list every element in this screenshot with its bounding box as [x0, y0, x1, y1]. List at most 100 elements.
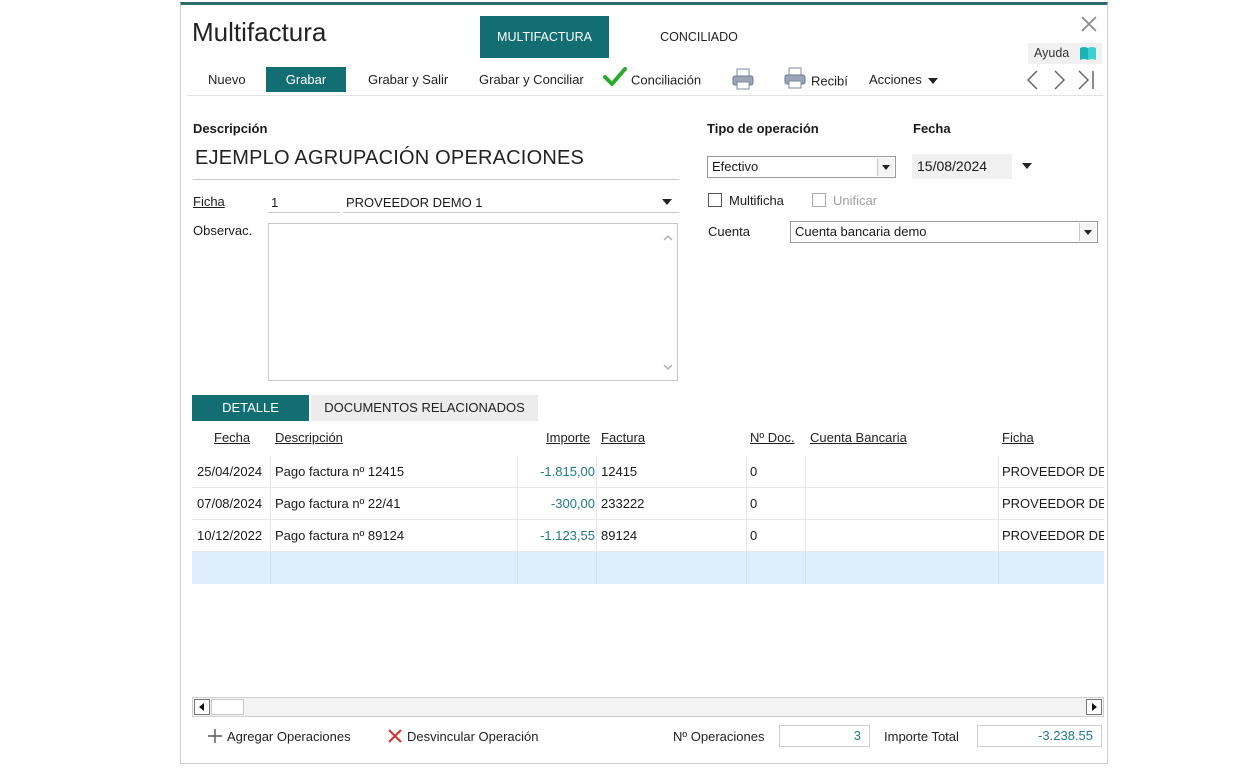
ficha-dropdown-icon[interactable]: [662, 199, 672, 205]
print-button[interactable]: [731, 68, 755, 93]
column-header-ndoc[interactable]: Nº Doc.: [750, 430, 794, 445]
printer-icon: [783, 67, 807, 97]
ficha-select[interactable]: PROVEEDOR DEMO 1: [346, 195, 483, 210]
unificar-checkbox: [812, 193, 826, 207]
horizontal-scrollbar[interactable]: [192, 697, 1104, 717]
agregar-operaciones-button[interactable]: Agregar Operaciones: [207, 728, 351, 747]
table-row[interactable]: 25/04/2024 Pago factura nº 12415 -1.815,…: [192, 456, 1104, 488]
fecha-label: Fecha: [913, 121, 951, 136]
recibi-label: Recibí: [811, 73, 848, 89]
acciones-menu[interactable]: Acciones: [869, 67, 939, 92]
nuevo-button[interactable]: Nuevo: [208, 67, 246, 92]
previous-icon[interactable]: [1024, 69, 1042, 94]
multificha-checkbox[interactable]: [708, 193, 722, 207]
printer-icon: [731, 68, 755, 93]
tab-detalle[interactable]: DETALLE: [192, 395, 309, 421]
scrollbar-thumb[interactable]: [211, 699, 244, 715]
dropdown-arrow-icon[interactable]: [1079, 223, 1096, 241]
acciones-label: Acciones: [869, 72, 922, 87]
cell-factura: 89124: [601, 528, 638, 543]
fecha-input[interactable]: 15/08/2024: [912, 154, 1012, 179]
check-icon: [603, 67, 627, 95]
grabar-button[interactable]: Grabar: [266, 67, 346, 92]
importe-total-value: -3.238.55: [977, 725, 1102, 747]
cell-fecha: 25/04/2024: [197, 464, 263, 479]
cuenta-label: Cuenta: [708, 224, 750, 239]
cell-importe: -1.123,55: [540, 528, 595, 543]
cuenta-select[interactable]: Cuenta bancaria demo: [790, 221, 1098, 243]
descripcion-underline: [193, 179, 679, 180]
caret-down-icon: [928, 77, 939, 84]
help-button[interactable]: Ayuda: [1028, 43, 1102, 64]
cell-ndoc: 0: [750, 464, 758, 479]
observaciones-textarea[interactable]: [268, 223, 678, 381]
descripcion-input[interactable]: EJEMPLO AGRUPACIÓN OPERACIONES: [195, 147, 584, 170]
scroll-left-icon[interactable]: [194, 699, 210, 715]
scroll-right-icon[interactable]: [1086, 699, 1102, 715]
n-operaciones-value: 3: [779, 725, 870, 747]
cell-ficha: PROVEEDOR DEMO 1: [1002, 528, 1104, 543]
cell-importe: -300,00: [550, 496, 595, 511]
delete-x-icon: [387, 728, 403, 747]
cell-ficha: PROVEEDOR DEMO 1: [1002, 464, 1104, 479]
column-header-importe[interactable]: Importe: [546, 430, 590, 445]
table-row[interactable]: 10/12/2022 Pago factura nº 89124 -1.123,…: [192, 520, 1104, 552]
column-header-ficha[interactable]: Ficha: [1002, 430, 1034, 445]
desvincular-operacion-button[interactable]: Desvincular Operación: [387, 728, 539, 747]
desvincular-label: Desvincular Operación: [407, 728, 539, 744]
new-row[interactable]: [192, 552, 1104, 584]
fecha-dropdown-icon[interactable]: [1022, 163, 1032, 169]
cell-fecha: 07/08/2024: [197, 496, 263, 511]
table-row[interactable]: 07/08/2024 Pago factura nº 22/41 -300,00…: [192, 488, 1104, 520]
scroll-down-icon[interactable]: [663, 359, 673, 374]
observaciones-label: Observac.: [193, 223, 253, 238]
multificha-label: Multificha: [729, 193, 784, 208]
cell-fecha: 10/12/2022: [197, 528, 263, 543]
tipo-operacion-value: Efectivo: [712, 159, 759, 174]
tipo-operacion-select[interactable]: Efectivo: [707, 156, 896, 178]
cell-factura: 233222: [601, 496, 645, 511]
book-icon: [1079, 46, 1097, 68]
cell-descripcion: Pago factura nº 12415: [275, 464, 405, 479]
column-header-cuenta-bancaria[interactable]: Cuenta Bancaria: [810, 430, 907, 445]
n-operaciones-label: Nº Operaciones: [673, 729, 765, 744]
tab-documentos-relacionados[interactable]: DOCUMENTOS RELACIONADOS: [311, 395, 538, 421]
tab-conciliado[interactable]: CONCILIADO: [639, 16, 759, 58]
close-icon[interactable]: [1078, 13, 1100, 35]
tab-multifactura[interactable]: MULTIFACTURA: [480, 16, 609, 58]
cell-ndoc: 0: [750, 528, 758, 543]
descripcion-label: Descripción: [193, 121, 268, 136]
tipo-operacion-label: Tipo de operación: [707, 121, 819, 136]
agregar-label: Agregar Operaciones: [227, 728, 351, 744]
ficha-label[interactable]: Ficha: [193, 194, 225, 209]
column-header-descripcion[interactable]: Descripción: [275, 430, 343, 445]
conciliacion-button[interactable]: Conciliación: [603, 67, 701, 92]
column-header-factura[interactable]: Factura: [601, 430, 645, 445]
cuenta-value: Cuenta bancaria demo: [795, 224, 927, 239]
window-title: Multifactura: [192, 17, 327, 47]
cell-importe: -1.815,00: [540, 464, 595, 479]
last-icon[interactable]: [1076, 69, 1098, 94]
cell-descripcion: Pago factura nº 89124: [275, 528, 405, 543]
cell-factura: 12415: [601, 464, 638, 479]
grabar-salir-button[interactable]: Grabar y Salir: [368, 67, 448, 92]
grabar-conciliar-button[interactable]: Grabar y Conciliar: [479, 67, 584, 92]
help-label: Ayuda: [1034, 46, 1070, 60]
cell-descripcion: Pago factura nº 22/41: [275, 496, 401, 511]
cell-ficha: PROVEEDOR DEMO 1: [1002, 496, 1104, 511]
conciliacion-label: Conciliación: [631, 72, 702, 88]
toolbar-divider: [187, 95, 1103, 96]
ficha-number-input[interactable]: 1: [271, 195, 278, 210]
ficha-select-underline: [343, 212, 679, 213]
recibi-button[interactable]: Recibí: [783, 67, 848, 92]
plus-icon: [207, 728, 223, 747]
multifactura-window: Multifactura MULTIFACTURA CONCILIADO Ayu…: [180, 2, 1108, 764]
importe-total-label: Importe Total: [884, 729, 959, 744]
scroll-up-icon[interactable]: [663, 230, 673, 245]
unificar-label: Unificar: [833, 193, 878, 208]
next-icon[interactable]: [1050, 69, 1068, 94]
dropdown-arrow-icon[interactable]: [877, 158, 894, 176]
ficha-number-underline: [268, 212, 340, 213]
cell-ndoc: 0: [750, 496, 758, 511]
column-header-fecha[interactable]: Fecha: [214, 430, 250, 445]
